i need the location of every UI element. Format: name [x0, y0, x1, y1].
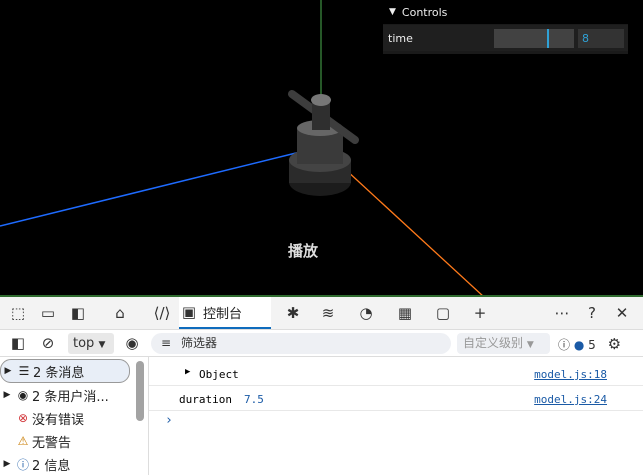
sidebar-item-label: 没有错误 — [32, 412, 85, 428]
home-icon[interactable]: ⌂ — [110, 303, 130, 323]
issues-counter[interactable]: ⓘ ● 5 ⚙ — [558, 335, 621, 353]
chevron-down-icon: ▼ — [98, 340, 106, 350]
dock-icon[interactable]: ◧ — [68, 303, 88, 323]
sidebar-item-label: 2 条消息 — [33, 365, 85, 381]
log-object-text: Object — [199, 368, 239, 381]
triangle-right-icon: ▶ — [3, 459, 11, 469]
triangle-right-icon: ▶ — [4, 366, 12, 376]
time-control-row: time 8 — [383, 25, 628, 51]
console-log: ▶ Object model.js:18 duration 7.5 model.… — [149, 357, 643, 475]
info-icon: ⓘ — [16, 457, 29, 472]
performance-icon[interactable]: ◔ — [356, 303, 376, 323]
log-levels-dropdown[interactable]: 自定义级别 ▼ — [457, 333, 550, 354]
sidebar-item-user-messages[interactable]: ▶ ◉ 2 条用户消... — [0, 384, 128, 406]
log-value: 7.5 — [244, 393, 264, 406]
time-input[interactable]: 8 — [578, 29, 624, 48]
log-source-link[interactable]: model.js:18 — [534, 368, 607, 381]
log-levels-label: 自定义级别 — [463, 336, 524, 350]
network-icon[interactable]: ≋ — [318, 303, 338, 323]
error-icon: ⊗ — [17, 411, 29, 425]
chevron-down-icon: ▼ — [526, 340, 534, 350]
sidebar-item-label: 2 条用户消... — [32, 389, 109, 405]
sidebar-scrollbar[interactable] — [136, 361, 144, 421]
warning-icon: ⚠ — [17, 434, 29, 448]
user-icon: ◉ — [17, 388, 29, 402]
add-icon[interactable]: + — [470, 303, 490, 323]
time-slider[interactable] — [494, 29, 574, 48]
message-icon: ● — [573, 338, 585, 352]
sidebar-item-errors[interactable]: ⊗ 没有错误 — [0, 407, 128, 429]
inspect-icon[interactable]: ⬚ — [8, 303, 28, 323]
triangle-right-icon: ▶ — [3, 390, 11, 400]
console-sidebar: ▶ ☰ 2 条消息 ▶ ◉ 2 条用户消... ⊗ 没有错误 ⚠ 无警告 ▶ ⓘ… — [0, 357, 149, 475]
sources-icon[interactable]: ✱ — [283, 303, 303, 323]
time-slider-fill — [494, 29, 547, 48]
elements-icon[interactable]: ⟨/⟩ — [152, 303, 172, 323]
device-icon[interactable]: ▭ — [38, 303, 58, 323]
triangle-right-icon[interactable]: ▶ — [185, 367, 190, 377]
filter-placeholder: 筛选器 — [181, 336, 218, 350]
help-icon[interactable]: ? — [582, 303, 602, 323]
sidebar-item-warnings[interactable]: ⚠ 无警告 — [0, 430, 128, 452]
time-label: time — [388, 32, 413, 45]
list-icon: ☰ — [18, 364, 30, 378]
controls-header[interactable]: ▼ Controls — [383, 0, 628, 24]
memory-icon[interactable]: ▦ — [395, 303, 415, 323]
console-icon: ▣ — [181, 303, 197, 321]
context-selector[interactable]: top ▼ — [68, 333, 114, 354]
clear-console-icon[interactable]: ⊘ — [38, 333, 58, 353]
info-circle-icon: ⓘ — [558, 338, 571, 352]
time-slider-knob[interactable] — [547, 29, 549, 48]
sidebar-item-label: 2 信息 — [32, 458, 71, 474]
tab-console-label: 控制台 — [203, 306, 243, 322]
devtools-panel: ⬚ ▭ ◧ ⌂ ⟨/⟩ ▣ 控制台 ✱ ≋ ◔ ▦ ▢ + ⋯ ? ✕ ◧ ⊘ … — [0, 297, 643, 475]
sidebar-item-messages[interactable]: ▶ ☰ 2 条消息 — [0, 359, 130, 383]
valve-model — [288, 90, 359, 196]
play-label[interactable]: 播放 — [288, 240, 318, 261]
tab-console[interactable]: ▣ 控制台 — [179, 297, 271, 329]
devtools-tabbar: ⬚ ▭ ◧ ⌂ ⟨/⟩ ▣ 控制台 ✱ ≋ ◔ ▦ ▢ + ⋯ ? ✕ — [0, 297, 643, 330]
eye-icon[interactable]: ◉ — [122, 333, 142, 353]
console-prompt-icon[interactable]: › — [165, 413, 173, 428]
log-entry[interactable]: ▶ Object model.js:18 — [149, 361, 643, 386]
application-icon[interactable]: ▢ — [433, 303, 453, 323]
chevron-down-icon: ▼ — [389, 7, 396, 17]
filter-input[interactable]: ≡ 筛选器 — [151, 333, 451, 354]
settings-icon[interactable]: ⚙ — [608, 335, 621, 353]
log-key: duration — [179, 393, 232, 406]
x-axis-line — [0, 151, 301, 227]
log-entry[interactable]: duration 7.5 model.js:24 — [149, 386, 643, 411]
sidebar-item-label: 无警告 — [32, 435, 72, 451]
z-axis-line — [332, 157, 483, 295]
console-toolbar: ◧ ⊘ top ▼ ◉ ≡ 筛选器 自定义级别 ▼ ⓘ ● 5 ⚙ — [0, 330, 643, 357]
close-icon[interactable]: ✕ — [612, 303, 632, 323]
controls-title: Controls — [401, 5, 448, 19]
filter-icon: ≡ — [161, 336, 172, 350]
sidebar-item-info[interactable]: ▶ ⓘ 2 信息 — [0, 453, 128, 475]
log-source-link[interactable]: model.js:24 — [534, 393, 607, 406]
more-icon[interactable]: ⋯ — [552, 303, 572, 323]
sidebar-toggle-icon[interactable]: ◧ — [8, 333, 28, 353]
context-value: top — [73, 336, 95, 351]
issues-count: 5 — [588, 338, 596, 352]
controls-panel[interactable]: ▼ Controls time 8 — [383, 0, 628, 54]
